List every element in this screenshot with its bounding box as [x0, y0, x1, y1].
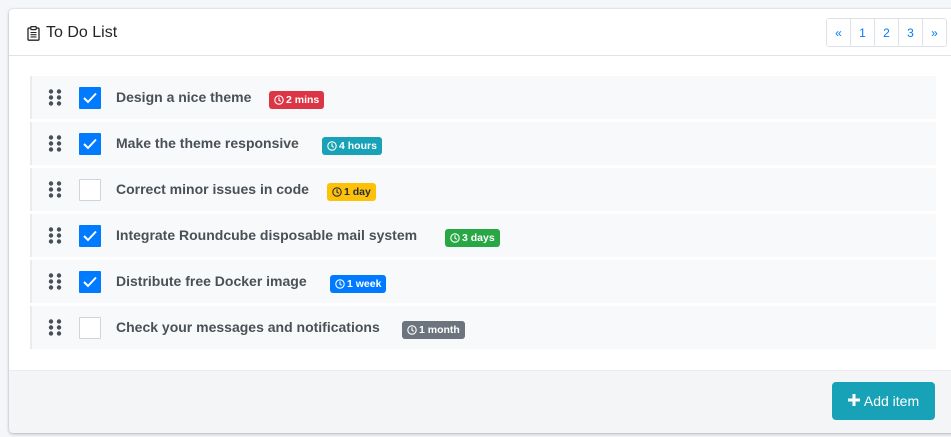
- clipboard-icon: [27, 25, 40, 41]
- card-footer: Add item: [9, 370, 951, 433]
- todo-text: Check your messages and notifications: [116, 319, 380, 335]
- add-item-button[interactable]: Add item: [832, 382, 935, 420]
- drag-handle-icon[interactable]: [48, 181, 62, 198]
- todo-item: Integrate Roundcube disposable mail syst…: [30, 214, 936, 257]
- time-badge: 1 day: [327, 183, 376, 201]
- time-badge: 1 month: [402, 321, 465, 339]
- time-badge-label: 1 day: [344, 186, 371, 198]
- todo-item: Distribute free Docker image 1 week: [30, 260, 936, 303]
- todo-text: Make the theme responsive: [116, 135, 299, 151]
- card-header: To Do List « 1 2 3 »: [9, 9, 951, 56]
- todo-text: Design a nice theme: [116, 89, 252, 105]
- page-next-link[interactable]: »: [923, 19, 946, 46]
- drag-handle-icon[interactable]: [48, 319, 62, 336]
- clock-icon: [274, 95, 284, 105]
- todo-item: Check your messages and notifications 1 m…: [30, 306, 936, 349]
- plus-icon: [847, 393, 860, 409]
- todo-text: Correct minor issues in code: [116, 181, 309, 197]
- time-badge: 3 days: [445, 229, 500, 247]
- clock-icon: [332, 187, 342, 197]
- todo-item: Correct minor issues in code 1 day: [30, 168, 936, 211]
- time-badge-label: 1 week: [347, 278, 382, 290]
- clock-icon: [450, 233, 460, 243]
- todo-item: Make the theme responsive 4 hours: [30, 122, 936, 165]
- time-badge-label: 4 hours: [339, 140, 377, 152]
- drag-handle-icon[interactable]: [48, 273, 62, 290]
- card-title: To Do List: [27, 22, 117, 44]
- page-1-link[interactable]: 1: [851, 19, 875, 46]
- time-badge: 1 week: [330, 275, 387, 293]
- clock-icon: [407, 325, 417, 335]
- time-badge-label: 1 month: [419, 324, 460, 336]
- todo-checkbox[interactable]: [79, 133, 101, 155]
- drag-handle-icon[interactable]: [48, 227, 62, 244]
- page-3-link[interactable]: 3: [899, 19, 923, 46]
- time-badge-label: 2 mins: [286, 94, 320, 106]
- time-badge-label: 3 days: [462, 232, 495, 244]
- todo-checkbox[interactable]: [79, 179, 101, 201]
- page-prev-link[interactable]: «: [827, 19, 851, 46]
- todo-item: Design a nice theme 2 mins: [30, 76, 936, 119]
- todo-list: Design a nice theme 2 mins Make the theme …: [30, 76, 936, 352]
- time-badge: 2 mins: [269, 91, 325, 109]
- pagination: « 1 2 3 »: [826, 18, 947, 47]
- todo-checkbox[interactable]: [79, 87, 101, 109]
- todo-checkbox[interactable]: [79, 225, 101, 247]
- todo-checkbox[interactable]: [79, 317, 101, 339]
- clock-icon: [327, 141, 337, 151]
- card-title-text: To Do List: [46, 24, 118, 41]
- clock-icon: [335, 279, 345, 289]
- add-item-label: Add item: [863, 393, 920, 409]
- todo-checkbox[interactable]: [79, 271, 101, 293]
- time-badge: 4 hours: [322, 137, 382, 155]
- todo-card: To Do List « 1 2 3 » Design a nice theme…: [9, 9, 951, 433]
- drag-handle-icon[interactable]: [48, 135, 62, 152]
- page-2-link[interactable]: 2: [875, 19, 899, 46]
- todo-text: Integrate Roundcube disposable mail syst…: [116, 227, 418, 243]
- todo-text: Distribute free Docker image: [116, 273, 307, 289]
- drag-handle-icon[interactable]: [48, 89, 62, 106]
